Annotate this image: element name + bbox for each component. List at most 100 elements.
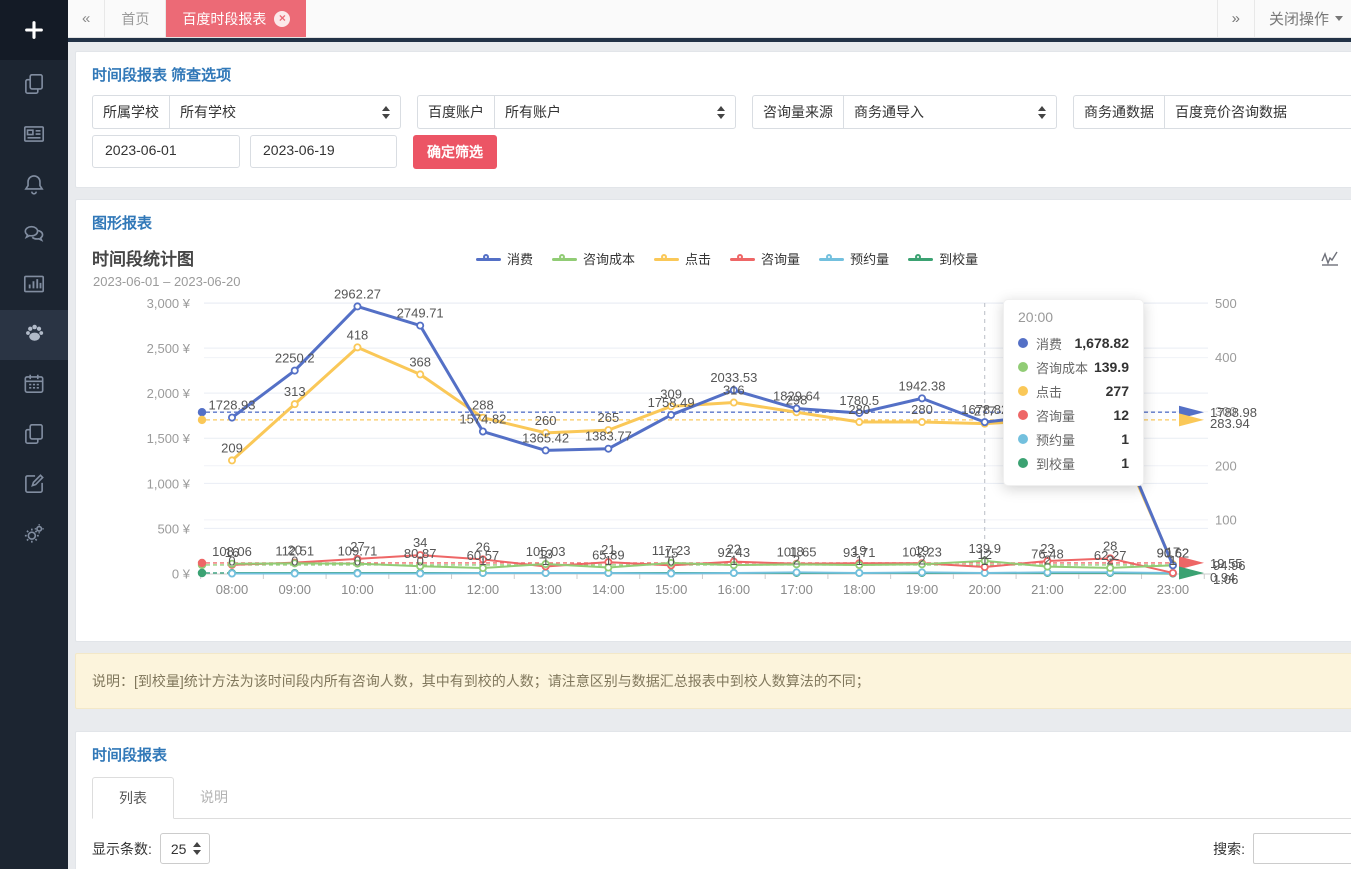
svg-text:400: 400	[1215, 350, 1237, 365]
svg-text:08:00: 08:00	[216, 582, 249, 597]
svg-text:0: 0	[354, 554, 361, 569]
copy-icon	[21, 421, 47, 450]
filter-select[interactable]: 商务通导入	[843, 95, 1057, 129]
svg-text:0: 0	[417, 554, 424, 569]
series-dot-icon	[1018, 386, 1028, 396]
table-tab-说明[interactable]: 说明	[174, 777, 254, 819]
chart-panel: 图形报表 时间段统计图 2023-06-01 – 2023-06-20 消费咨询…	[75, 199, 1351, 642]
svg-text:280: 280	[911, 402, 933, 417]
filter-label: 商务通数据	[1073, 95, 1164, 129]
svg-text:2,000 ¥: 2,000 ¥	[147, 386, 191, 401]
svg-text:0 ¥: 0 ¥	[172, 566, 191, 581]
sidebar-nav	[0, 60, 68, 560]
sidebar	[0, 0, 68, 869]
svg-text:11:00: 11:00	[404, 582, 436, 597]
sidebar-item-newspaper[interactable]	[0, 110, 68, 160]
svg-text:368: 368	[409, 354, 431, 369]
svg-text:283.94: 283.94	[1210, 416, 1250, 431]
sidebar-item-bar-chart[interactable]	[0, 260, 68, 310]
svg-text:2,500 ¥: 2,500 ¥	[147, 341, 191, 356]
gears-icon	[21, 521, 47, 550]
date-to-input[interactable]: 2023-06-19	[250, 135, 397, 168]
filter-group-2: 咨询量来源商务通导入	[752, 95, 1057, 129]
svg-text:265: 265	[598, 410, 620, 425]
close-operations-dropdown[interactable]: 关闭操作	[1254, 0, 1351, 37]
svg-text:298: 298	[786, 392, 808, 407]
svg-text:1,500 ¥: 1,500 ¥	[147, 431, 191, 446]
svg-text:309: 309	[660, 386, 682, 401]
filter-select[interactable]: 所有账户	[494, 95, 736, 129]
tabs-scroll-right-icon[interactable]: »	[1217, 0, 1254, 37]
svg-text:418: 418	[347, 327, 369, 342]
chart-panel-title: 图形报表	[92, 212, 152, 233]
select-stepper-icon	[717, 106, 725, 119]
tab-baidu-time-report[interactable]: 百度时段报表 ×	[166, 0, 306, 37]
svg-text:2: 2	[1107, 552, 1114, 567]
table-panel-title: 时间段报表	[92, 744, 167, 765]
table-tabs: 列表说明	[92, 777, 1351, 819]
filter-select[interactable]: 所有学校	[169, 95, 401, 129]
search-label: 搜索:	[1213, 839, 1245, 859]
svg-text:28: 28	[1103, 538, 1117, 553]
topbar-spacer	[306, 0, 1216, 37]
svg-text:1: 1	[605, 553, 612, 568]
filter-group-3: 商务通数据百度竞价咨询数据	[1073, 95, 1351, 129]
svg-text:2: 2	[918, 552, 925, 567]
content: 时间段报表 筛查选项 所属学校所有学校百度账户所有账户咨询量来源商务通导入商务通…	[68, 42, 1351, 869]
svg-text:27: 27	[350, 539, 364, 554]
svg-text:1: 1	[479, 553, 486, 568]
filter-group-1: 百度账户所有账户	[417, 95, 736, 129]
filter-select[interactable]: 百度竞价咨询数据	[1164, 95, 1351, 129]
page-size-value: 25	[171, 841, 187, 857]
tab-home[interactable]: 首页	[105, 0, 166, 37]
sidebar-item-gears[interactable]	[0, 510, 68, 560]
svg-text:1574.82: 1574.82	[459, 412, 506, 427]
svg-text:209: 209	[221, 440, 243, 455]
tooltip-row-预约量: 预约量1	[1018, 427, 1129, 451]
sidebar-item-bell[interactable]	[0, 160, 68, 210]
page-size-label: 显示条数:	[92, 839, 152, 859]
page-size-select[interactable]: 25	[160, 833, 211, 864]
sidebar-item-comments[interactable]	[0, 210, 68, 260]
chart-area: 时间段统计图 2023-06-01 – 2023-06-20 消费咨询成本点击咨…	[76, 237, 1351, 641]
apply-filter-button[interactable]: 确定筛选	[413, 135, 497, 169]
sidebar-add-button[interactable]	[0, 0, 68, 60]
svg-text:288: 288	[472, 398, 494, 413]
svg-text:1: 1	[730, 553, 737, 568]
filter-label: 所属学校	[92, 95, 169, 129]
close-operations-label: 关闭操作	[1269, 8, 1329, 29]
chart-canvas[interactable]: 3,000 ¥2,500 ¥2,000 ¥1,500 ¥1,000 ¥500 ¥…	[76, 237, 1335, 641]
svg-text:3,000 ¥: 3,000 ¥	[147, 296, 191, 311]
svg-text:0: 0	[228, 554, 235, 569]
date-from-input[interactable]: 2023-06-01	[92, 135, 240, 168]
svg-text:21:00: 21:00	[1031, 582, 1064, 597]
svg-text:500: 500	[1215, 296, 1237, 311]
search-input[interactable]	[1253, 833, 1351, 864]
sidebar-item-copy[interactable]	[0, 60, 68, 110]
main-area: « 首页 百度时段报表 × » 关闭操作 退出	[68, 0, 1351, 869]
svg-text:1,000 ¥: 1,000 ¥	[147, 476, 191, 491]
sidebar-item-edit[interactable]	[0, 460, 68, 510]
svg-text:16:00: 16:00	[718, 582, 751, 597]
svg-text:2749.71: 2749.71	[397, 306, 444, 321]
comments-icon	[21, 221, 47, 250]
svg-text:34: 34	[413, 535, 427, 550]
svg-text:1: 1	[542, 553, 549, 568]
svg-text:1: 1	[856, 553, 863, 568]
sidebar-item-copy[interactable]	[0, 410, 68, 460]
svg-text:17:00: 17:00	[780, 582, 813, 597]
sidebar-item-calendar[interactable]	[0, 360, 68, 410]
tooltip-row-到校量: 到校量1	[1018, 451, 1129, 475]
svg-text:277: 277	[974, 404, 996, 419]
select-stepper-icon	[193, 842, 201, 855]
tab-close-icon[interactable]: ×	[274, 11, 290, 27]
tabs-scroll-left-icon[interactable]: «	[68, 0, 105, 37]
sidebar-item-paw[interactable]	[0, 310, 68, 360]
filter-panel: 时间段报表 筛查选项 所属学校所有学校百度账户所有账户咨询量来源商务通导入商务通…	[75, 51, 1351, 188]
table-tab-列表[interactable]: 列表	[92, 777, 174, 819]
topbar-actions: » 关闭操作 退出	[1217, 0, 1351, 37]
edit-icon	[21, 471, 47, 500]
newspaper-icon	[21, 121, 47, 150]
series-dot-icon	[1018, 338, 1028, 348]
note-text: 说明：[到校量]统计方法为该时间段内所有咨询人数，其中有到校的人数；请注意区别与…	[92, 671, 870, 691]
